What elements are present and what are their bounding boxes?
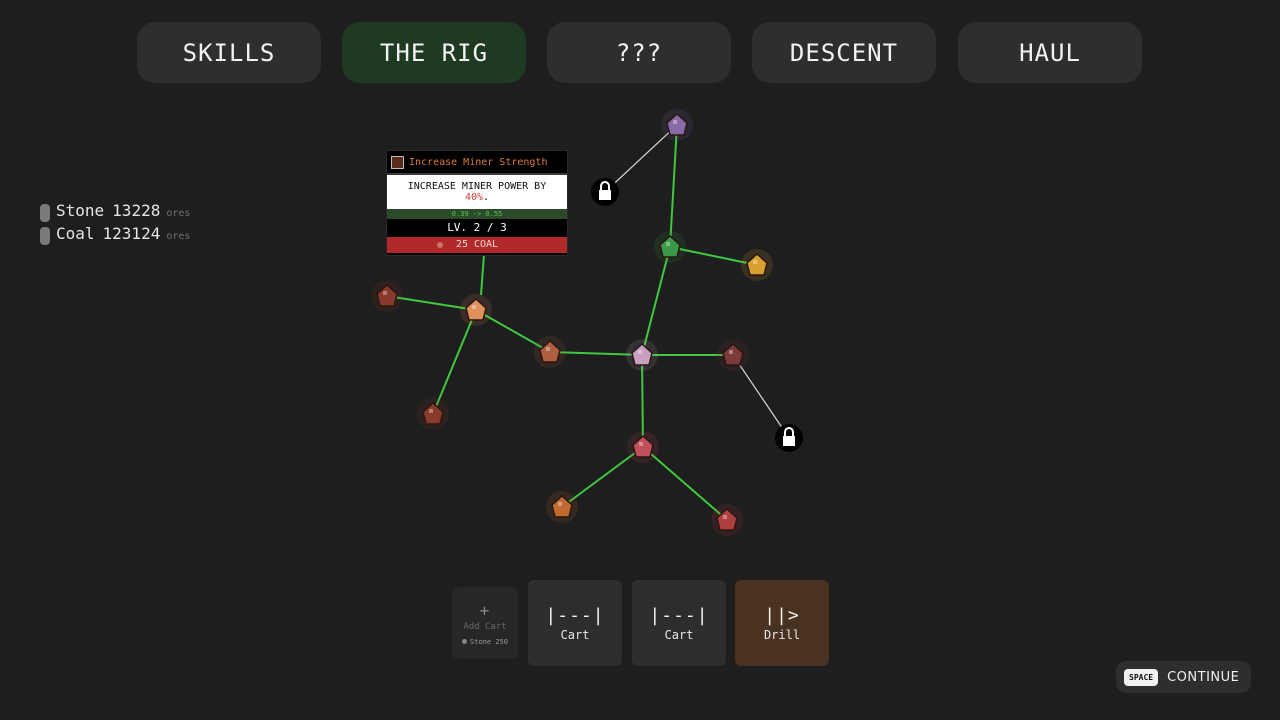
skill-link — [642, 446, 728, 521]
node-highlight — [666, 242, 670, 246]
skill-link — [669, 124, 678, 248]
cart-icon: |---| — [649, 604, 709, 626]
skill-icon — [391, 155, 404, 169]
add-cart-cost: Stone 250 — [462, 638, 508, 646]
add-cart-label: Add Cart — [463, 621, 507, 632]
continue-label: CONTINUE — [1167, 669, 1240, 685]
skill-tooltip: Increase Miner Strength INCREASE MINER P… — [386, 150, 568, 256]
skill-link — [432, 309, 477, 415]
add-cart-button[interactable]: + Add Cart Stone 250 — [452, 587, 518, 659]
upgrade-cost-label: 25 COAL — [455, 239, 499, 250]
node-highlight — [638, 350, 642, 354]
skill-node-cart-left[interactable]: Ore Cart — [546, 491, 578, 523]
skill-node-cart-right[interactable]: Rail Cart — [711, 504, 743, 536]
tooltip-progress: 0.39 -> 0.55 — [387, 209, 567, 219]
cart-slot[interactable]: |---| Cart — [528, 580, 622, 666]
stone-icon — [462, 639, 468, 644]
tooltip-level: LV. 2 / 3 — [447, 221, 507, 234]
tooltip-title: Increase Miner Strength — [409, 156, 548, 168]
node-highlight — [429, 409, 433, 413]
space-key-hint: SPACE — [1124, 668, 1159, 686]
skill-node-pile[interactable]: Ore Pile — [717, 339, 749, 371]
tooltip-description: INCREASE MINER POWER BY — [407, 181, 547, 192]
node-highlight — [729, 350, 733, 354]
skill-node-lock-top[interactable]: Locked — [591, 178, 619, 206]
tooltip-connector — [480, 253, 485, 296]
tooltip-header: Increase Miner Strength — [387, 151, 567, 175]
node-highlight — [673, 120, 677, 124]
node-highlight — [558, 502, 562, 506]
skill-node-up-arrow[interactable]: Up Arrow — [654, 231, 686, 263]
skill-node-top-arrow[interactable]: Down Arrow — [661, 109, 693, 141]
cart-label: Cart — [560, 627, 590, 642]
skill-node-cart-hub[interactable]: Cart — [627, 431, 659, 463]
skill-node-lock-right[interactable]: Locked — [775, 424, 803, 452]
lock-icon — [783, 436, 795, 446]
drill-icon: ||> — [764, 604, 800, 626]
node-highlight — [383, 291, 387, 295]
node-highlight — [753, 260, 757, 264]
skill-node-drill-core[interactable]: Drill — [626, 339, 658, 371]
upgrade-cost-button[interactable]: 25 COAL — [387, 237, 567, 253]
skill-node-boot[interactable]: Boot — [534, 336, 566, 368]
drill-label: Drill — [763, 627, 801, 642]
tooltip-description-box: INCREASE MINER POWER BY 40%. — [387, 175, 567, 209]
cart-label: Cart — [664, 627, 694, 642]
node-highlight — [639, 442, 643, 446]
skill-node-hands[interactable]: Hands — [417, 398, 449, 430]
add-cart-cost-label: Stone 250 — [470, 637, 508, 646]
lock-icon — [599, 190, 611, 200]
node-highlight — [723, 515, 727, 519]
continue-button[interactable]: SPACE CONTINUE — [1116, 661, 1251, 693]
skill-node-arm[interactable]: Miner Strength — [460, 294, 492, 326]
rig-hotbar: + Add Cart Stone 250 |---| Cart |---| Ca… — [0, 580, 1280, 670]
node-highlight — [546, 347, 550, 351]
tooltip-percent: 40% — [464, 192, 484, 203]
cart-slot[interactable]: |---| Cart — [632, 580, 726, 666]
plus-icon: + — [479, 600, 491, 620]
coal-icon — [437, 242, 443, 248]
skill-link — [641, 246, 671, 356]
cart-icon: |---| — [545, 604, 605, 626]
node-highlight — [472, 305, 476, 309]
skill-node-fist[interactable]: Fist — [371, 280, 403, 312]
drill-slot[interactable]: ||> Drill — [735, 580, 829, 666]
skill-node-bolt[interactable]: Bolt — [741, 249, 773, 281]
